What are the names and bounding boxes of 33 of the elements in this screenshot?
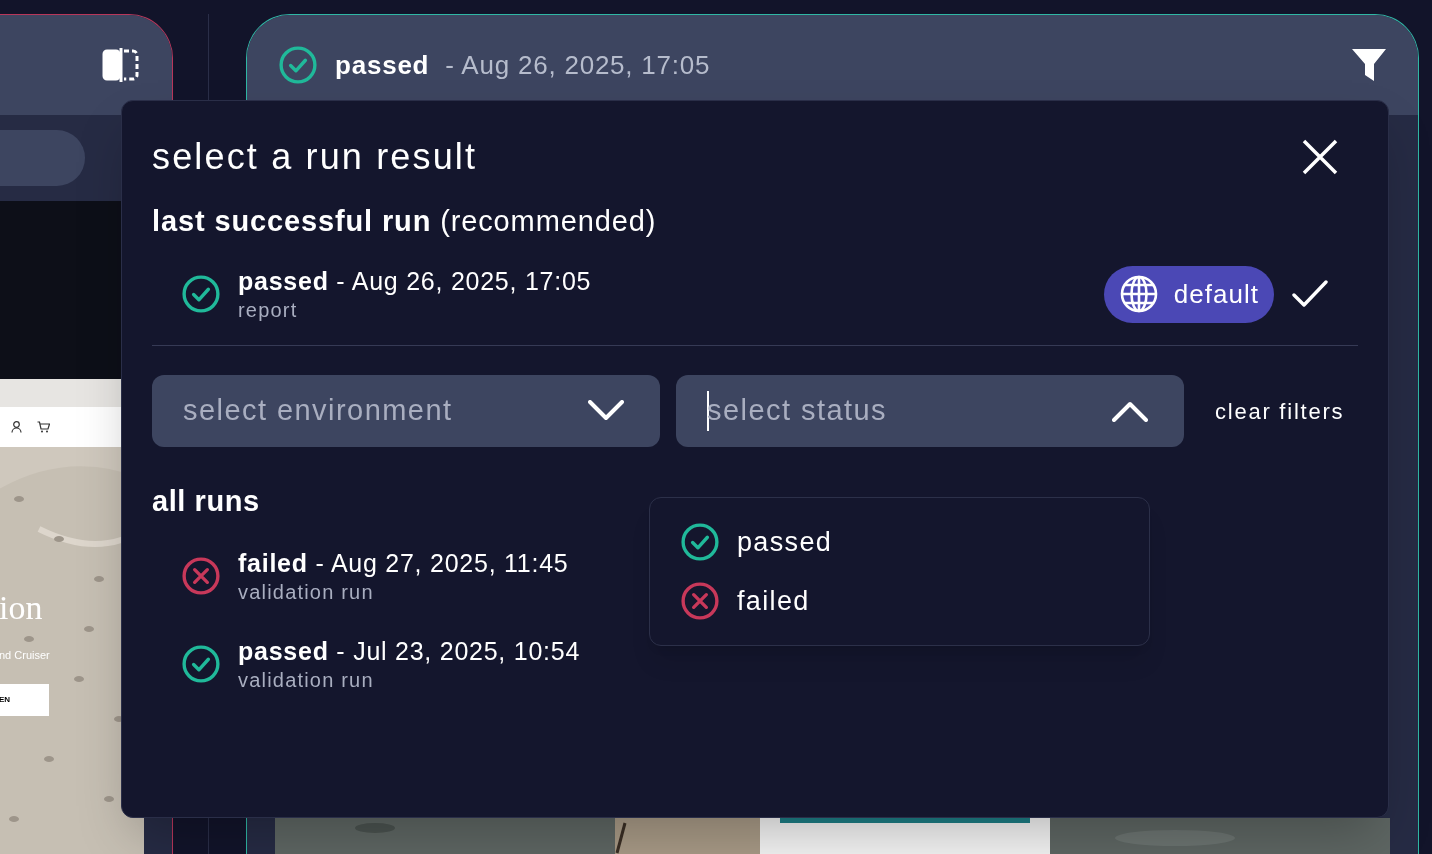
cross-circle-icon — [182, 557, 220, 595]
search-field[interactable] — [0, 130, 85, 186]
run-status: passed — [335, 48, 430, 82]
run-title[interactable]: passed - Aug 26, 2025, 17:05 — [238, 265, 592, 297]
environment-badge: default — [1103, 265, 1274, 323]
status-option[interactable]: passed — [737, 522, 833, 563]
status-option[interactable]: failed — [737, 580, 810, 621]
preview-button[interactable]: EN — [0, 684, 49, 716]
run-title[interactable]: failed - Aug 27, 2025, 11:45 — [238, 547, 569, 579]
check-circle-icon — [681, 523, 719, 562]
preview-headline: ion — [0, 591, 43, 625]
select-field[interactable]: select environment — [152, 375, 660, 447]
filter-icon[interactable] — [1350, 46, 1388, 84]
run-timestamp: - Aug 26, 2025, 17:05 — [445, 48, 711, 82]
dialog-title: select a run result — [152, 135, 478, 179]
run-label: report — [238, 298, 298, 323]
preview-subtitle: nd Cruiser — [0, 650, 50, 661]
cross-circle-icon — [681, 581, 719, 620]
split-panel-icon[interactable] — [102, 48, 140, 82]
run-title[interactable]: passed - Jul 23, 2025, 10:54 — [238, 635, 581, 667]
user-icon[interactable] — [11, 421, 22, 433]
check-circle-icon — [182, 645, 220, 683]
section-heading: all runs — [152, 484, 260, 519]
select-placeholder: select environment — [183, 393, 453, 429]
cart-icon[interactable] — [37, 421, 50, 433]
clear-filters-link[interactable]: clear filters — [1215, 394, 1345, 428]
check-circle-icon — [279, 46, 317, 84]
close-icon[interactable] — [1302, 139, 1338, 175]
globe-icon — [1119, 275, 1158, 313]
run-label: validation run — [238, 580, 374, 605]
run-label: validation run — [238, 668, 374, 693]
check-circle-icon — [182, 275, 220, 313]
section-heading: last successful run (recommended) — [152, 204, 657, 239]
